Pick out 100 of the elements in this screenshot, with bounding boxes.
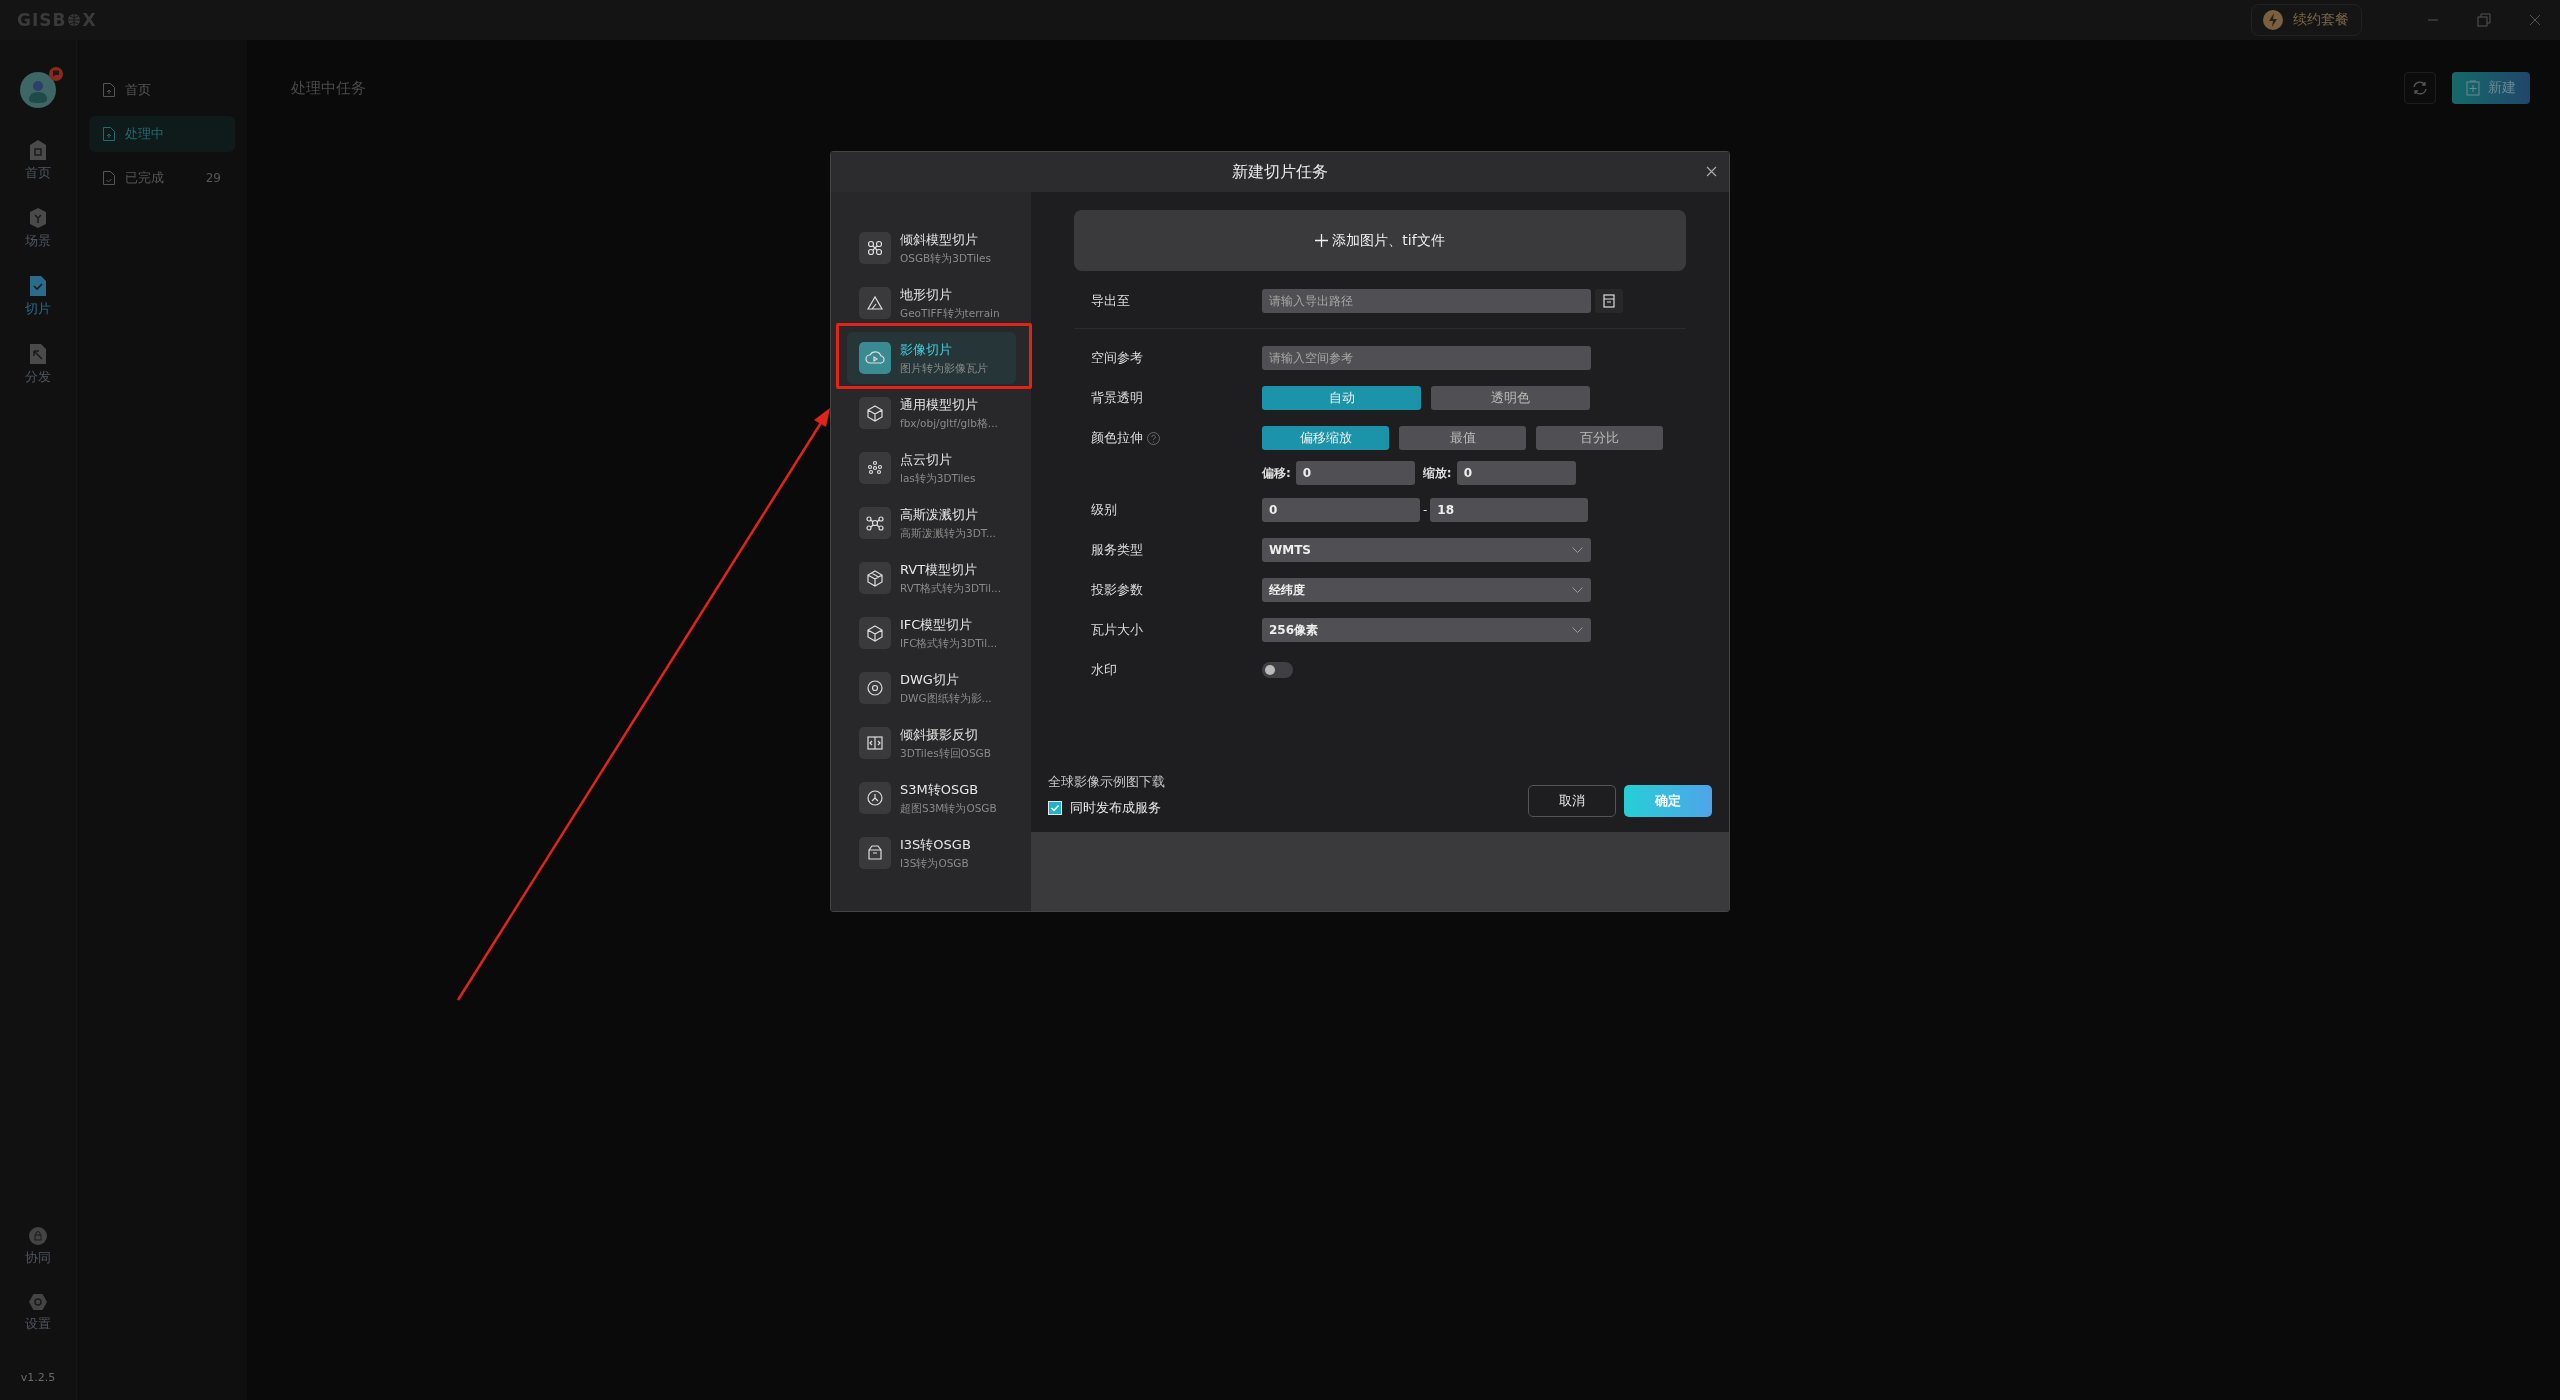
task-type-description: fbx/obj/gltf/glb格... [900,416,998,431]
dialog-title: 新建切片任务 [1232,161,1328,183]
network-icon [859,507,891,539]
refresh-button[interactable] [2404,72,2436,104]
field-label: 偏移: [1262,464,1291,482]
field-label: 级别 [1091,501,1117,519]
settings-icon [29,1293,47,1311]
field-label: 水印 [1091,661,1117,679]
task-type-description: IFC格式转为3DTil... [900,636,998,651]
task-type-item[interactable]: 影像切片 图片转为影像瓦片 [847,332,1016,384]
task-type-title: 通用模型切片 [900,395,979,414]
close-icon[interactable] [2529,14,2541,26]
field-label: 背景透明 [1091,389,1143,407]
task-type-title: S3M转OSGB [900,780,980,799]
cube-icon [859,617,891,649]
task-type-description: I3S转为OSGB [900,856,970,871]
task-type-item[interactable]: IFC模型切片 IFC格式转为3DTil... [847,607,1016,659]
cube-icon [30,208,46,228]
task-type-item[interactable]: 地形切片 GeoTIFF转为terrain [847,277,1016,329]
task-type-title: 倾斜摄影反切 [900,725,979,744]
task-type-description: 图片转为影像瓦片 [900,361,988,376]
task-type-title: 影像切片 [900,340,953,359]
task-type-description: DWG图纸转为影... [900,691,992,706]
close-icon[interactable] [1706,166,1717,177]
box-icon [859,837,891,869]
option-button[interactable]: 透明色 [1431,386,1590,410]
toggle-switch[interactable] [1262,662,1293,678]
notification-badge-icon [49,67,63,81]
task-type-item[interactable]: DWG切片 DWG图纸转为影... [847,662,1016,714]
plus-icon [1315,234,1329,247]
document-icon [103,83,115,97]
checkbox-label: 同时发布成服务 [1070,799,1161,817]
page-title: 处理中任务 [291,78,366,98]
restore-icon[interactable] [2477,13,2491,27]
task-type-item[interactable]: 高斯泼溅切片 高斯泼溅转为3DT... [847,497,1016,549]
chevron-down-icon [1572,587,1583,593]
add-files-button[interactable]: 添加图片、tif文件 [1074,210,1686,271]
task-type-description: 超图S3M转为OSGB [900,801,997,816]
field-label: 服务类型 [1091,541,1143,559]
target-icon [859,672,891,704]
task-type-item[interactable]: 通用模型切片 fbx/obj/gltf/glb格... [847,387,1016,439]
field-label: 导出至 [1091,292,1131,310]
task-type-item[interactable]: S3M转OSGB 超图S3M转为OSGB [847,772,1016,824]
task-type-title: IFC模型切片 [900,615,974,634]
cloud-play-icon [859,342,891,374]
select-field[interactable]: WMTS [1262,538,1591,562]
task-type-item[interactable]: I3S转OSGB I3S转为OSGB [847,827,1016,879]
option-button[interactable]: 最值 [1399,426,1526,450]
checkbox[interactable] [1048,801,1062,815]
field-label: 颜色拉伸 [1091,429,1143,447]
text-field[interactable]: 请输入空间参考 [1262,346,1591,370]
task-type-title: DWG切片 [900,670,960,689]
max-level-field[interactable]: 18 [1430,498,1589,522]
field-label: 缩放: [1422,464,1452,482]
task-type-description: GeoTIFF转为terrain [900,306,1000,321]
help-icon[interactable] [1147,431,1160,445]
chevron-down-icon [1572,627,1583,633]
file-icon [1603,294,1615,308]
task-type-description: OSGB转为3DTiles [900,251,991,266]
field-label: 瓦片大小 [1091,621,1143,639]
select-field[interactable]: 经纬度 [1262,578,1591,602]
download-link[interactable]: 全球影像示例图下载 [1048,773,1165,791]
field-label: 空间参考 [1091,349,1143,367]
task-type-description: las转为3DTiles [900,471,976,486]
option-button[interactable]: 百分比 [1536,426,1663,450]
home-icon [30,140,46,160]
cancel-button[interactable]: 取消 [1528,785,1616,817]
count-label: 29 [205,171,221,185]
task-type-item[interactable]: 点云切片 las转为3DTiles [847,442,1016,494]
task-type-title: 地形切片 [900,285,953,304]
task-type-title: RVT模型切片 [900,560,979,579]
task-type-title: 高斯泼溅切片 [900,505,979,524]
task-type-title: 倾斜模型切片 [900,230,979,249]
task-type-item[interactable]: 倾斜摄影反切 3DTiles转回OSGB [847,717,1016,769]
select-field[interactable]: 256像素 [1262,618,1591,642]
export-path-field[interactable]: 请输入导出路径 [1262,289,1591,313]
drone-icon [859,232,891,264]
document-check-icon [30,276,46,296]
globe-icon [67,13,82,27]
version-label: v1.2.5 [20,1371,56,1384]
document-icon [103,127,115,141]
task-type-description: 3DTiles转回OSGB [900,746,991,761]
avatar-icon[interactable] [20,72,56,108]
task-type-description: 高斯泼溅转为3DT... [900,526,996,541]
refresh-icon [2412,80,2428,96]
min-level-field[interactable]: 0 [1262,498,1420,522]
number-field[interactable]: 0 [1456,461,1576,485]
task-type-title: I3S转OSGB [900,835,971,854]
cube-icon [859,397,891,429]
folder-button[interactable] [1595,289,1623,313]
task-type-item[interactable]: 倾斜模型切片 OSGB转为3DTiles [847,222,1016,274]
dots-icon [859,452,891,484]
range-separator: - [1423,503,1428,517]
lock-icon [29,1227,47,1245]
mountain-icon [859,287,891,319]
number-field[interactable]: 0 [1295,461,1415,485]
check-icon [1050,803,1060,813]
lightning-icon [2263,10,2283,30]
task-type-item[interactable]: RVT模型切片 RVT格式转为3DTil... [847,552,1016,604]
split-frame-icon [859,727,891,759]
